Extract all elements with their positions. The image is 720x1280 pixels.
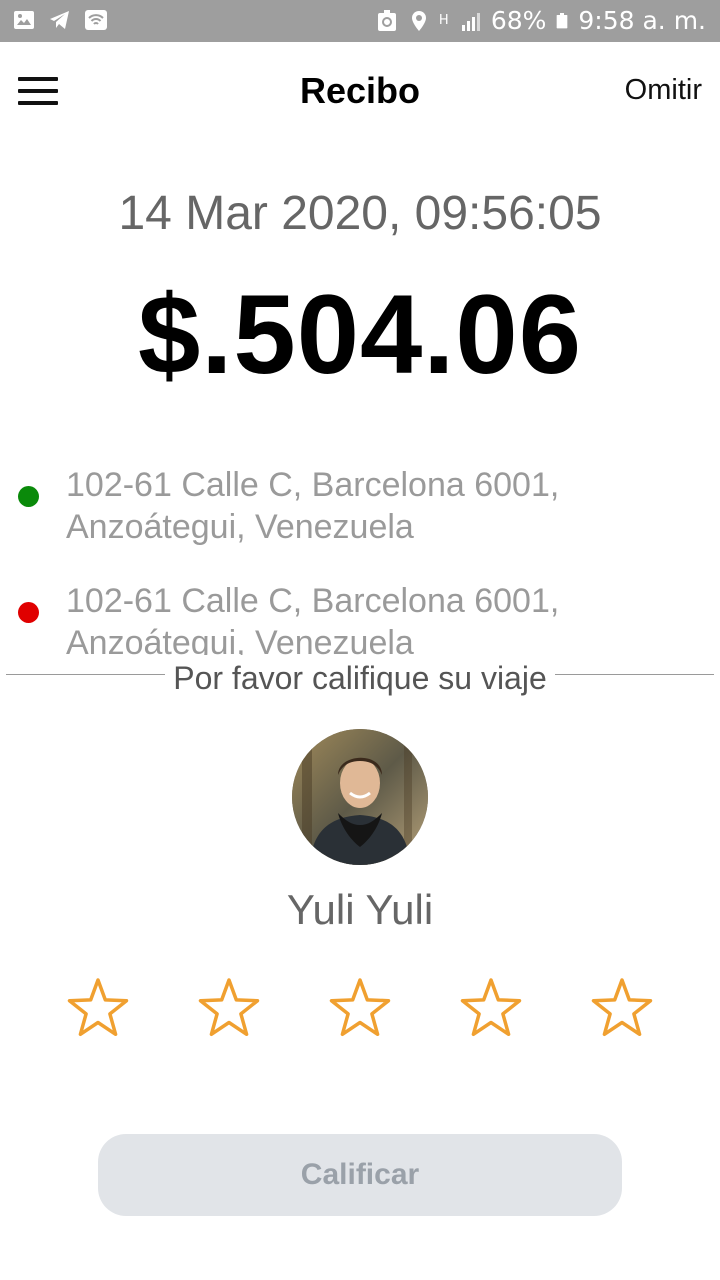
driver-photo bbox=[292, 729, 428, 865]
destination-dot-icon bbox=[18, 602, 39, 623]
skip-button[interactable]: Omitir bbox=[625, 74, 702, 107]
star-4-icon[interactable] bbox=[458, 975, 524, 1041]
network-type: H bbox=[438, 13, 449, 28]
recycle-icon bbox=[377, 9, 396, 31]
status-bar: H 68% 9:58 a. m. bbox=[0, 0, 720, 42]
driver-avatar bbox=[292, 729, 428, 865]
origin-address-row: 102-61 Calle C, Barcelona 6001, Anzoáteg… bbox=[0, 460, 720, 578]
origin-dot-icon bbox=[18, 486, 39, 507]
destination-address: 102-61 Calle C, Barcelona 6001, Anzoáteg… bbox=[66, 582, 560, 655]
star-3-icon[interactable] bbox=[327, 975, 393, 1041]
clock: 9:58 a. m. bbox=[578, 6, 706, 35]
origin-address: 102-61 Calle C, Barcelona 6001, Anzoáteg… bbox=[66, 466, 560, 546]
signal-icon bbox=[461, 12, 480, 31]
wifi-box-icon bbox=[85, 10, 107, 30]
receipt-amount: $.504.06 bbox=[138, 272, 582, 397]
location-icon bbox=[411, 10, 426, 31]
page-title: Recibo bbox=[299, 70, 421, 111]
star-5-icon[interactable] bbox=[589, 975, 655, 1041]
star-1-icon[interactable] bbox=[65, 975, 131, 1041]
receipt-datetime: 14 Mar 2020, 09:56:05 bbox=[118, 187, 602, 240]
rating-prompt-text: Por favor califique su viaje bbox=[165, 660, 555, 697]
route-list: 102-61 Calle C, Barcelona 6001, Anzoáteg… bbox=[0, 460, 720, 655]
star-rating bbox=[0, 975, 720, 1045]
driver-name: Yuli Yuli bbox=[286, 886, 434, 933]
telegram-icon bbox=[50, 11, 69, 29]
star-2-icon[interactable] bbox=[196, 975, 262, 1041]
battery-percent: 68% bbox=[490, 6, 547, 35]
rate-button[interactable]: Calificar bbox=[98, 1134, 622, 1216]
destination-address-row: 102-61 Calle C, Barcelona 6001, Anzoáteg… bbox=[0, 578, 720, 655]
rating-prompt: Por favor califique su viaje bbox=[0, 660, 720, 697]
image-icon bbox=[14, 11, 34, 29]
battery-icon bbox=[557, 12, 568, 28]
app-bar: Recibo Omitir bbox=[0, 42, 720, 142]
